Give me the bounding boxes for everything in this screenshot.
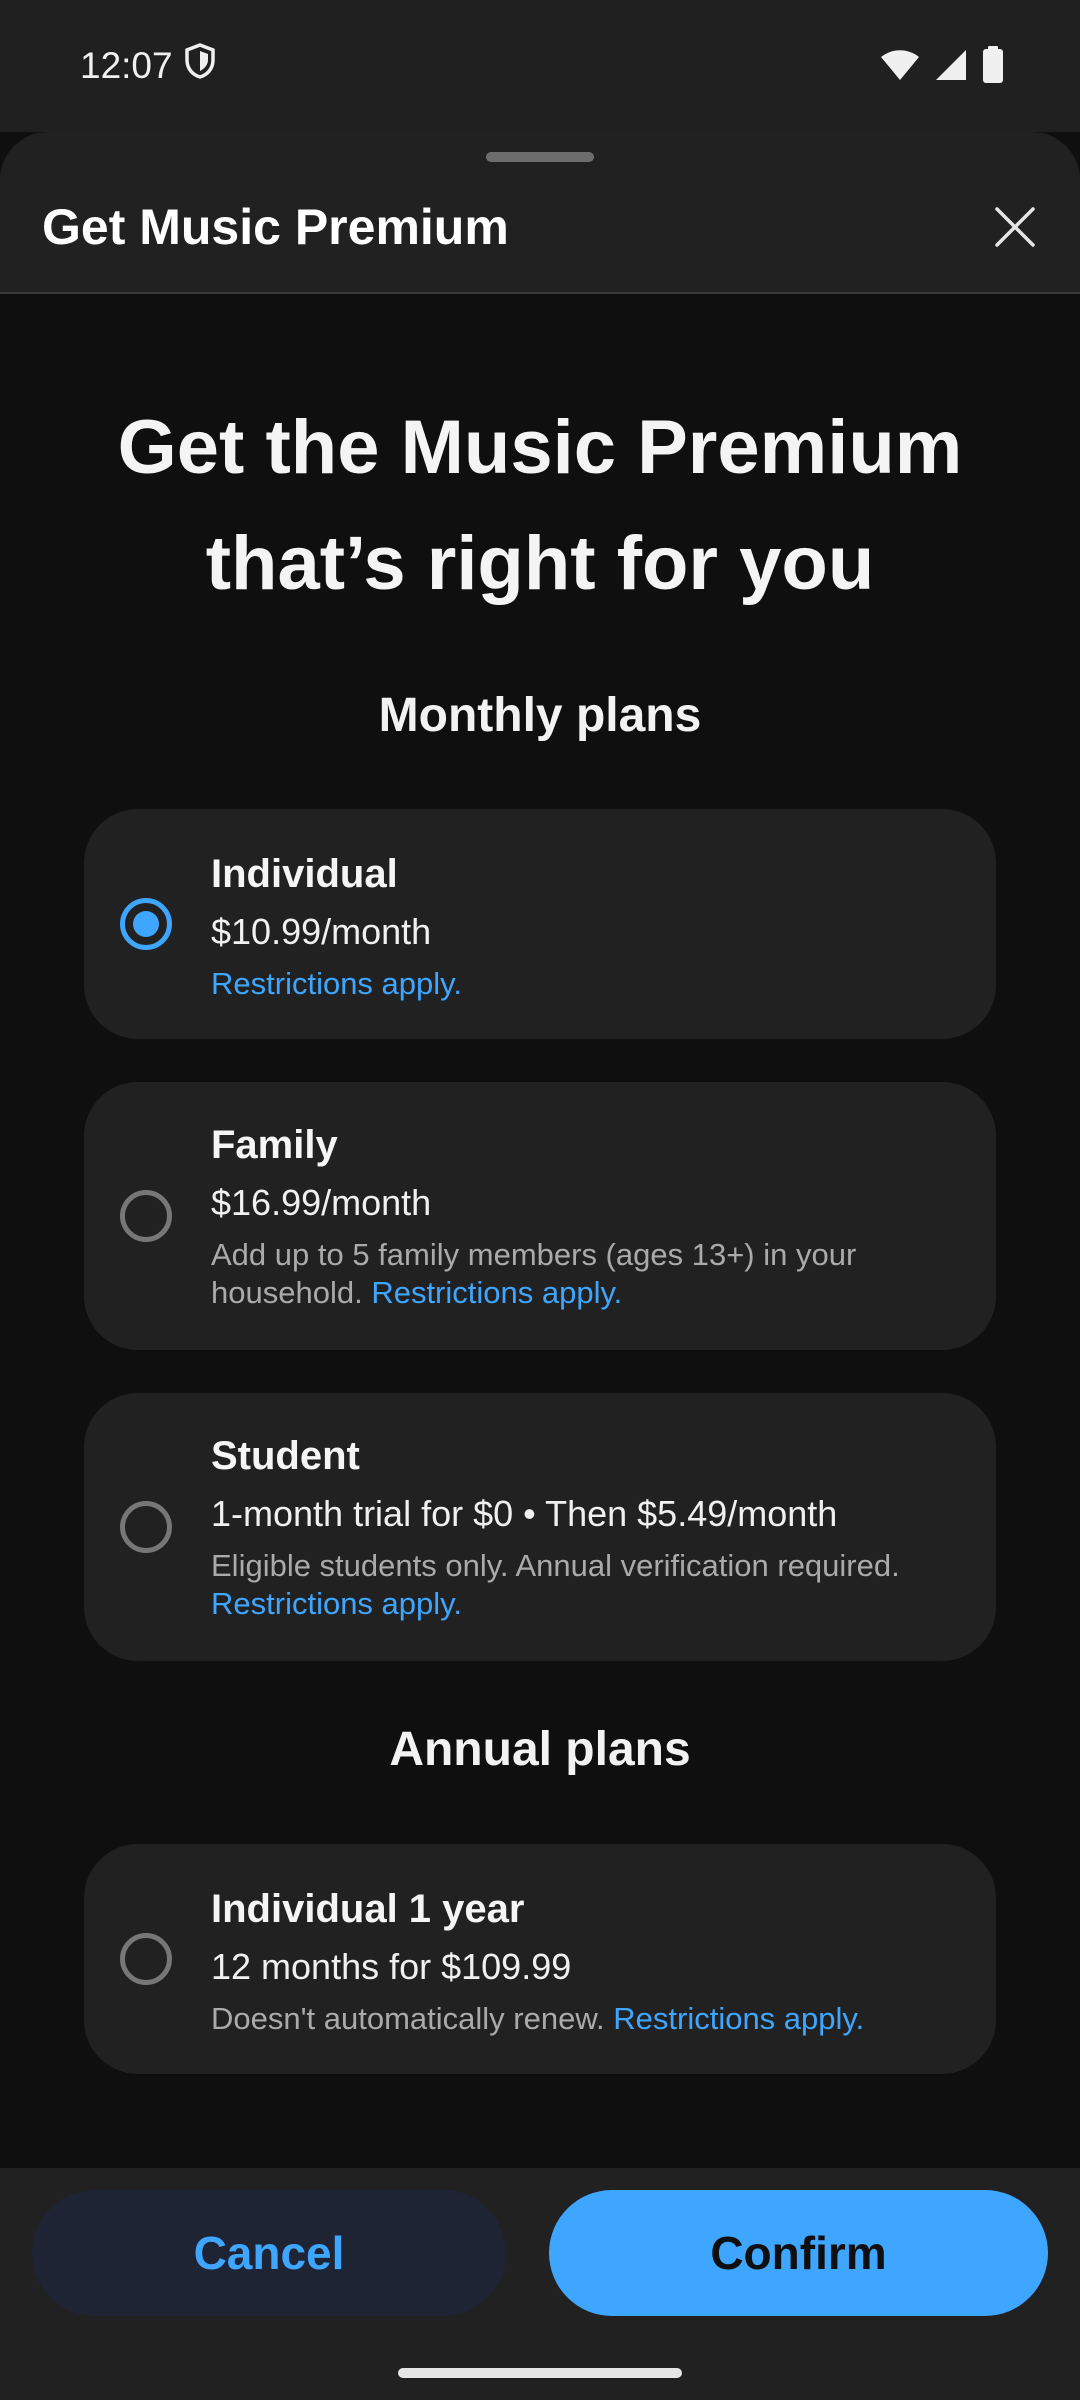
plans-sheet: Get Music Premium Get the Music Premium … <box>0 132 1080 2400</box>
plan-description: Add up to 5 family members (ages 13+) in… <box>211 1236 956 1312</box>
plan-card-student[interactable]: Student 1-month trial for $0 • Then $5.4… <box>84 1393 996 1661</box>
status-icons <box>880 46 1004 89</box>
sheet-header: Get Music Premium <box>0 132 1080 294</box>
restrictions-link[interactable]: Restrictions apply. <box>211 1586 462 1621</box>
plan-description: Restrictions apply. <box>211 965 956 1003</box>
plan-description: Doesn't automatically renew. Restriction… <box>211 2000 956 2038</box>
main-heading-line-2: that’s right for you <box>205 521 875 606</box>
main-heading: Get the Music Premium that’s right for y… <box>60 390 1020 622</box>
plan-body: Family $16.99/month Add up to 5 family m… <box>211 1120 956 1312</box>
radio-family[interactable] <box>120 1190 172 1242</box>
status-bar: 12:07 <box>0 0 1080 132</box>
plan-price: $16.99/month <box>211 1182 432 1223</box>
plan-description-text: Eligible students only. Annual verificat… <box>211 1548 900 1583</box>
restrictions-link[interactable]: Restrictions apply. <box>613 2001 864 2036</box>
cancel-button[interactable]: Cancel <box>32 2190 506 2316</box>
battery-icon <box>982 46 1004 89</box>
plan-name: Individual <box>211 852 398 896</box>
plan-body: Student 1-month trial for $0 • Then $5.4… <box>211 1431 956 1623</box>
plan-name: Individual 1 year <box>211 1887 525 1931</box>
plan-card-individual[interactable]: Individual $10.99/month Restrictions app… <box>84 809 996 1039</box>
radio-individual[interactable] <box>120 898 172 950</box>
close-button[interactable] <box>980 194 1050 264</box>
confirm-button[interactable]: Confirm <box>549 2190 1048 2316</box>
plan-card-family[interactable]: Family $16.99/month Add up to 5 family m… <box>84 1082 996 1350</box>
cell-signal-icon <box>934 48 968 87</box>
plan-body: Individual 1 year 12 months for $109.99 … <box>211 1884 956 2038</box>
plan-body: Individual $10.99/month Restrictions app… <box>211 849 956 1003</box>
shield-icon <box>183 42 217 89</box>
drag-handle[interactable] <box>486 152 594 162</box>
restrictions-link[interactable]: Restrictions apply. <box>371 1275 622 1310</box>
clock-text: 12:07 <box>80 44 173 86</box>
radio-individual-1-year[interactable] <box>120 1933 172 1985</box>
sheet-title: Get Music Premium <box>42 199 509 255</box>
radio-student[interactable] <box>120 1501 172 1553</box>
status-time: 12:07 <box>80 42 217 89</box>
plan-price: 12 months for $109.99 <box>211 1946 572 1987</box>
close-icon <box>993 205 1037 254</box>
plan-card-individual-1-year[interactable]: Individual 1 year 12 months for $109.99 … <box>84 1844 996 2074</box>
home-indicator[interactable] <box>398 2368 682 2378</box>
plan-description: Eligible students only. Annual verificat… <box>211 1547 956 1623</box>
restrictions-link[interactable]: Restrictions apply. <box>211 966 462 1001</box>
main-heading-line-1: Get the Music Premium <box>117 405 963 490</box>
action-footer: Cancel Confirm <box>0 2168 1080 2400</box>
plan-name: Family <box>211 1123 338 1167</box>
plan-price: $10.99/month <box>211 911 432 952</box>
plan-name: Student <box>211 1434 360 1478</box>
annual-plans-heading: Annual plans <box>389 1723 691 1776</box>
monthly-plans-heading: Monthly plans <box>378 689 702 742</box>
plan-description-text: Doesn't automatically renew. <box>211 2001 605 2036</box>
plan-price: 1-month trial for $0 • Then $5.49/month <box>211 1493 838 1534</box>
wifi-icon <box>880 48 920 87</box>
